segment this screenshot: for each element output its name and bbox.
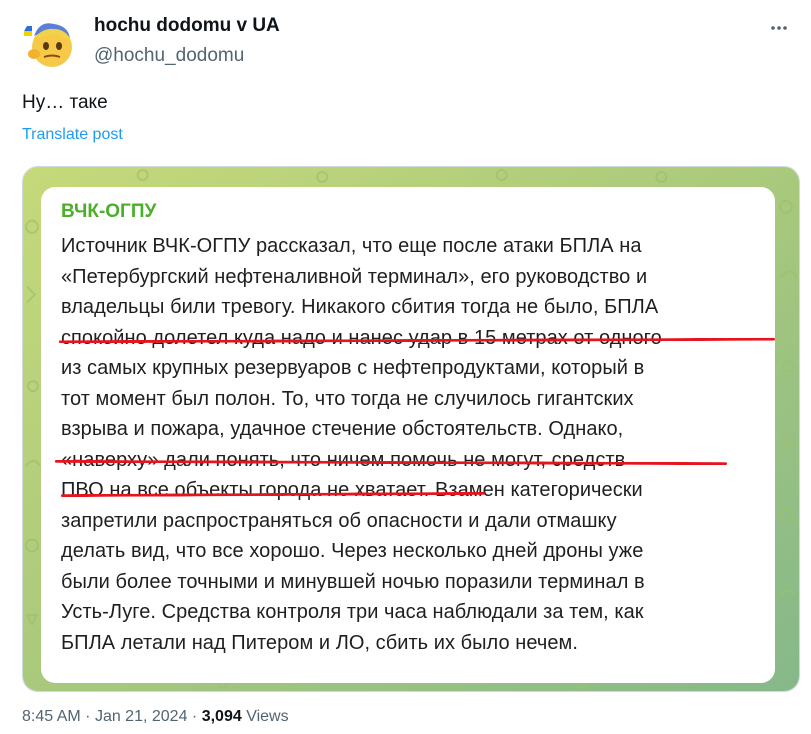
views-count: 3,094	[201, 708, 242, 725]
tweet-meta: 8:45 AM · Jan 21, 2024 · 3,094 Views	[22, 708, 289, 726]
meta-separator: ·	[85, 708, 91, 725]
display-name[interactable]: hochu dodomu v UA	[94, 14, 280, 38]
message-line: владельцы били тревогу. Никакого сбития …	[61, 296, 659, 318]
avatar-emoji-icon	[22, 14, 78, 70]
message-line: тот момент был полон. То, что тогда не с…	[61, 387, 634, 410]
message-line: БПЛА летали над Питером и ЛО, сбить их б…	[61, 631, 578, 654]
message-line: делать вид, что все хорошо. Через нескол…	[61, 540, 644, 562]
message-line: были более точными и минувшей ночью пора…	[61, 570, 645, 593]
message-line: взрыва и пожара, удачное стечение обстоя…	[61, 418, 624, 440]
views-label: Views	[246, 708, 289, 725]
message-line: запретили распространяться об опасности …	[61, 509, 617, 532]
telegram-message-bubble: ВЧК-ОГПУ Источник ВЧК-ОГПУ рассказал, чт…	[41, 187, 776, 683]
tweet-media-image[interactable]: ВЧК-ОГПУ Источник ВЧК-ОГПУ рассказал, чт…	[22, 166, 800, 692]
channel-name: ВЧК-ОГПУ	[61, 201, 157, 222]
avatar[interactable]	[22, 14, 78, 70]
tweet-time[interactable]: 8:45 AM	[22, 708, 81, 725]
more-icon	[771, 26, 787, 30]
meta-separator: ·	[191, 708, 198, 725]
message-line: из самых крупных резервуаров с нефтепрод…	[61, 357, 645, 379]
more-options-button[interactable]	[763, 12, 795, 44]
message-line: Усть-Луге. Средства контроля три часа на…	[61, 601, 644, 623]
handle[interactable]: @hochu_dodomu	[94, 44, 280, 68]
tweet-date[interactable]: Jan 21, 2024	[95, 708, 188, 725]
message-text: Источник ВЧК-ОГПУ рассказал, что еще пос…	[61, 231, 767, 658]
author-names: hochu dodomu v UA @hochu_dodomu	[94, 14, 280, 68]
message-line: ПВО на все объекты города не хватает. Вз…	[61, 479, 643, 501]
message-line: Источник ВЧК-ОГПУ рассказал, что еще пос…	[61, 235, 642, 257]
tweet-header: hochu dodomu v UA @hochu_dodomu	[22, 8, 795, 70]
message-line: «Петербургский нефтеналивной терминал», …	[61, 265, 648, 288]
tweet-text: Ну… таке	[22, 92, 108, 113]
translate-post-link[interactable]: Translate post	[22, 126, 123, 144]
